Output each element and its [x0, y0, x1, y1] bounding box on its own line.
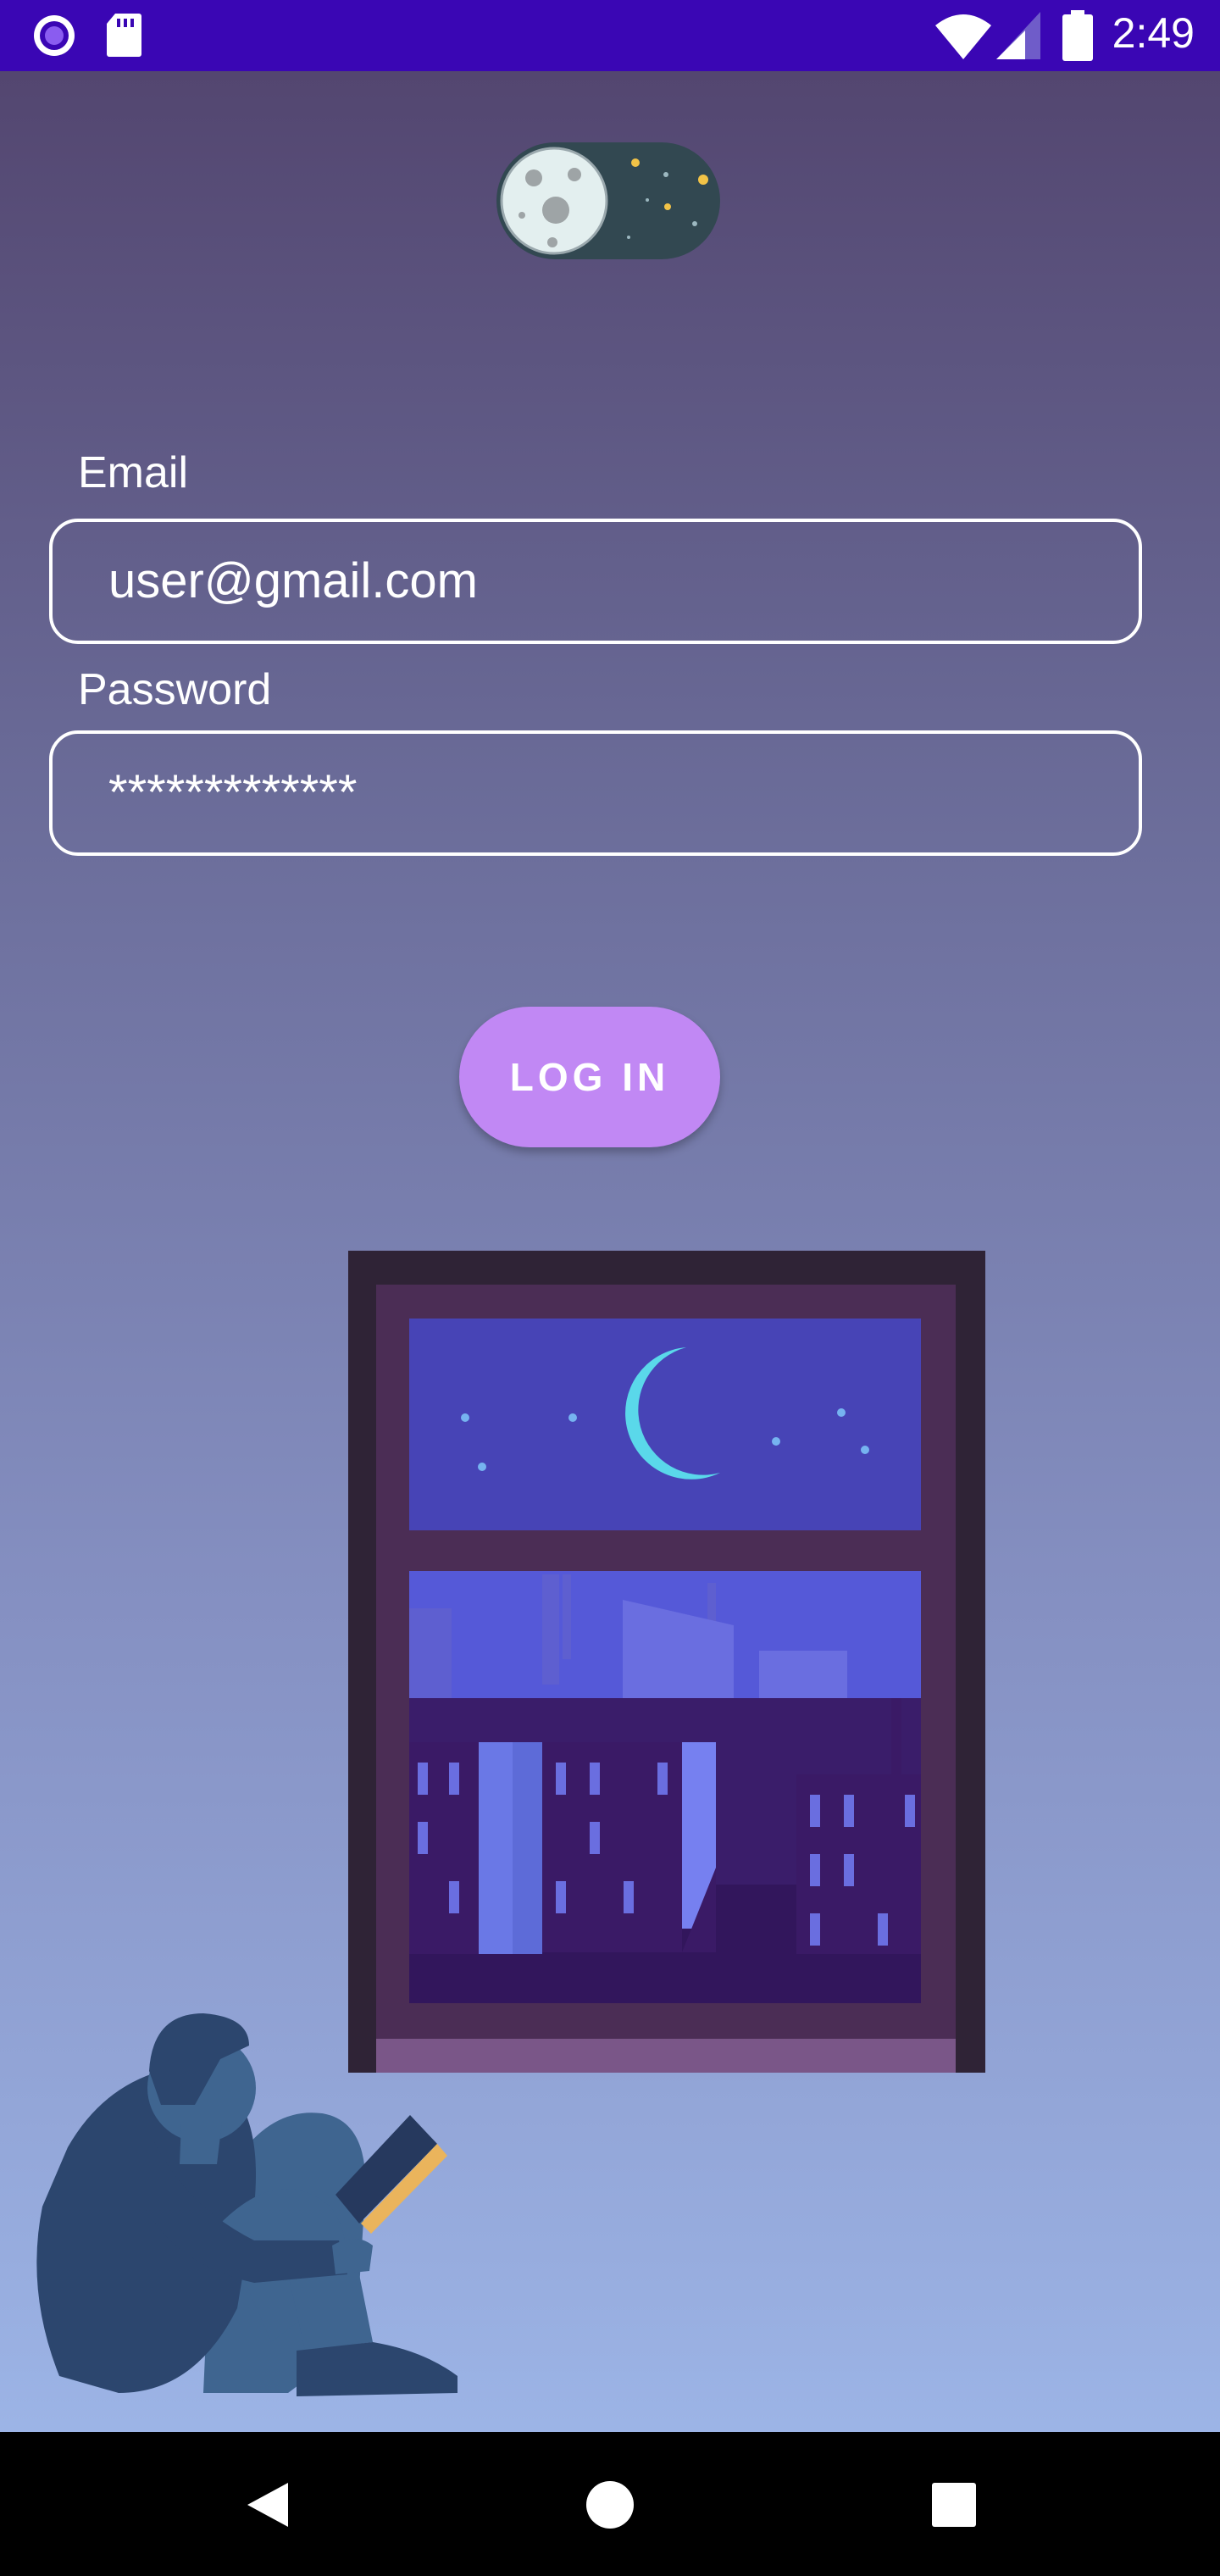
navigation-bar	[0, 2432, 1220, 2576]
back-icon[interactable]	[242, 2479, 293, 2530]
app-notification-icon	[34, 15, 75, 56]
wifi-icon	[935, 14, 991, 59]
status-time: 2:49	[1112, 9, 1195, 57]
recents-icon[interactable]	[930, 2481, 978, 2529]
status-bar: 2:49	[0, 0, 1220, 71]
sd-card-icon	[107, 14, 141, 57]
battery-icon	[1062, 10, 1093, 61]
home-icon[interactable]	[585, 2479, 635, 2530]
cellular-signal-icon	[996, 12, 1040, 59]
login-screen: Email user@gmail.com Password **********…	[0, 71, 1220, 2432]
night-window-illustration	[36, 1251, 985, 2396]
